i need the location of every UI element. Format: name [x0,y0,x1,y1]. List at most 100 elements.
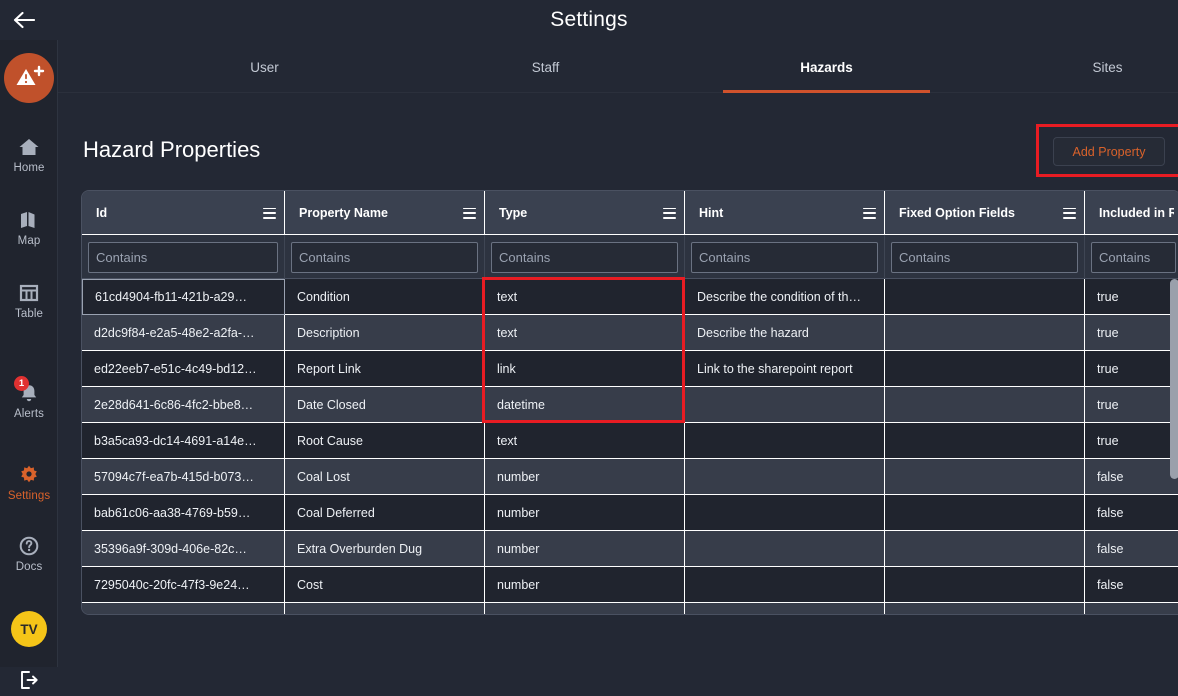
cell-property-name[interactable]: Condition [285,279,485,315]
cell-property-name[interactable]: Root Cause [285,423,485,459]
table-vertical-scrollbar[interactable] [1170,279,1178,609]
column-header-fixed-option-fields[interactable]: Fixed Option Fields [885,191,1085,235]
column-menu-icon[interactable] [263,207,276,219]
hazard-add-logo-icon[interactable] [4,53,54,103]
column-menu-icon[interactable] [663,207,676,219]
cell-id[interactable]: bab61c06-aa38-4769-b59… [82,495,285,531]
cell-fixed-option-fields[interactable] [885,387,1085,423]
avatar[interactable]: TV [11,611,47,647]
cell-hint[interactable] [685,387,885,423]
sidebar-item-docs[interactable]: Docs [0,534,58,573]
cell-type[interactable]: datetime [485,387,685,423]
column-header-type[interactable]: Type [485,191,685,235]
cell-property-name[interactable]: Date Closed [285,387,485,423]
tab-hazards[interactable]: Hazards [686,41,967,93]
cell-id[interactable]: 61cd4904-fb11-421b-a29… [82,279,285,315]
cell-included-in-report[interactable]: false [1085,495,1178,531]
cell-id[interactable]: ed22eeb7-e51c-4c49-bd12… [82,351,285,387]
cell-type[interactable]: number [485,531,685,567]
cell-fixed-option-fields[interactable] [885,459,1085,495]
cell-fixed-option-fields[interactable] [885,423,1085,459]
cell-fixed-option-fields[interactable] [885,495,1085,531]
cell-property-name[interactable]: Coal Deferred [285,495,485,531]
cell-included-in-report[interactable]: false [1085,567,1178,603]
table-row[interactable]: 2e28d641-6c86-4fc2-bbe8… Date Closed dat… [82,387,1178,423]
table-row[interactable]: bab61c06-aa38-4769-b59… Coal Deferred nu… [82,495,1178,531]
cell-type[interactable]: link [485,351,685,387]
cell-type[interactable]: number [485,567,685,603]
cell-id[interactable]: d2dc9f84-e2a5-48e2-a2fa-… [82,315,285,351]
tab-sites[interactable]: Sites [967,41,1178,93]
table-row-partial[interactable] [82,603,1178,614]
cell-fixed-option-fields[interactable] [885,315,1085,351]
column-header-hint[interactable]: Hint [685,191,885,235]
cell-id[interactable]: 2e28d641-6c86-4fc2-bbe8… [82,387,285,423]
table-row[interactable]: 35396a9f-309d-406e-82c… Extra Overburden… [82,531,1178,567]
filter-input-fixed-option-fields[interactable] [891,241,1078,273]
cell-hint[interactable] [685,531,885,567]
table-row[interactable]: 7295040c-20fc-47f3-9e24… Cost number fal… [82,567,1178,603]
cell-hint[interactable]: Describe the hazard [685,315,885,351]
column-menu-icon[interactable] [1063,207,1076,219]
table-row[interactable]: 61cd4904-fb11-421b-a29… Condition text D… [82,279,1178,315]
table-row[interactable]: 57094c7f-ea7b-415d-b073… Coal Lost numbe… [82,459,1178,495]
cell-type[interactable]: text [485,423,685,459]
add-property-button[interactable]: Add Property [1053,137,1165,166]
table-row[interactable]: ed22eeb7-e51c-4c49-bd12… Report Link lin… [82,351,1178,387]
back-arrow-icon[interactable] [10,7,38,33]
cell-type[interactable]: text [485,315,685,351]
cell-id[interactable]: 7295040c-20fc-47f3-9e24… [82,567,285,603]
cell-fixed-option-fields[interactable] [885,279,1085,315]
sidebar-item-home[interactable]: Home [0,135,58,174]
cell-included-in-report[interactable]: true [1085,315,1178,351]
column-header-property-name[interactable]: Property Name [285,191,485,235]
cell-hint[interactable] [685,459,885,495]
cell-fixed-option-fields[interactable] [885,531,1085,567]
table-row[interactable]: d2dc9f84-e2a5-48e2-a2fa-… Description te… [82,315,1178,351]
tab-staff[interactable]: Staff [405,41,686,93]
filter-input-included-in-report[interactable] [1091,241,1176,273]
cell-included-in-report[interactable]: true [1085,351,1178,387]
cell-id[interactable]: 35396a9f-309d-406e-82c… [82,531,285,567]
column-menu-icon[interactable] [863,207,876,219]
column-menu-icon[interactable] [463,207,476,219]
cell-id[interactable]: b3a5ca93-dc14-4691-a14e… [82,423,285,459]
cell-property-name[interactable]: Description [285,315,485,351]
cell-fixed-option-fields[interactable] [885,567,1085,603]
scrollbar-thumb[interactable] [1170,279,1178,479]
cell-hint[interactable]: Describe the condition of th… [685,279,885,315]
cell-hint[interactable] [685,567,885,603]
cell-type[interactable]: number [485,459,685,495]
sidebar-item-map[interactable]: Map [0,208,58,247]
cell-included-in-report[interactable]: true [1085,279,1178,315]
cell-hint[interactable]: Link to the sharepoint report [685,351,885,387]
cell-included-in-report[interactable]: false [1085,531,1178,567]
sidebar-item-settings[interactable]: Settings [0,463,58,502]
column-header-id[interactable]: Id [82,191,285,235]
logout-icon[interactable] [18,669,40,691]
sidebar-item-alerts[interactable]: 1 Alerts [0,376,58,420]
tab-user[interactable]: User [124,41,405,93]
cell-included-in-report [1085,603,1178,614]
cell-property-name[interactable]: Extra Overburden Dug [285,531,485,567]
cell-type[interactable]: text [485,279,685,315]
cell-type[interactable]: number [485,495,685,531]
filter-input-property-name[interactable] [291,241,478,273]
cell-property-name[interactable]: Coal Lost [285,459,485,495]
cell-included-in-report[interactable]: true [1085,387,1178,423]
cell-included-in-report[interactable]: false [1085,459,1178,495]
filter-input-type[interactable] [491,241,678,273]
filter-cell-included-in-report [1085,235,1178,279]
filter-input-hint[interactable] [691,241,878,273]
cell-property-name[interactable]: Cost [285,567,485,603]
cell-included-in-report[interactable]: true [1085,423,1178,459]
cell-fixed-option-fields[interactable] [885,351,1085,387]
filter-input-id[interactable] [88,241,278,273]
column-header-included-in-report[interactable]: Included in Re [1085,191,1178,235]
sidebar-item-table[interactable]: Table [0,281,58,320]
cell-hint[interactable] [685,423,885,459]
cell-property-name[interactable]: Report Link [285,351,485,387]
table-row[interactable]: b3a5ca93-dc14-4691-a14e… Root Cause text… [82,423,1178,459]
cell-id[interactable]: 57094c7f-ea7b-415d-b073… [82,459,285,495]
cell-hint[interactable] [685,495,885,531]
